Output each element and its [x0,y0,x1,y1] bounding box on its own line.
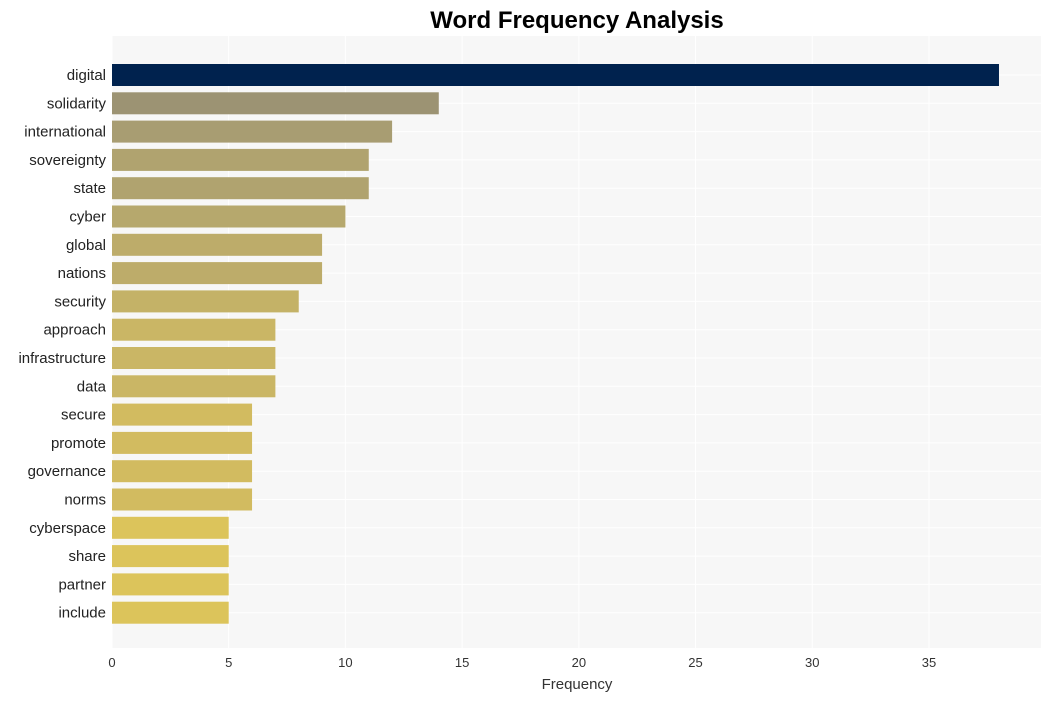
bar-share [112,545,229,568]
bar-nations [112,262,323,285]
y-tick-label: norms [64,492,106,509]
y-tick-label: infrastructure [18,350,106,367]
y-tick-label: state [73,180,106,197]
x-tick-label: 25 [688,655,702,670]
x-tick-label: 5 [225,655,232,670]
x-tick-label: 30 [805,655,819,670]
bar-promote [112,431,253,454]
bar-infrastructure [112,347,276,369]
bar-governance [112,460,253,483]
bar-sovereignty [112,148,369,171]
y-tick-label: data [77,378,107,395]
bar-international [112,120,393,143]
bar-secure [112,403,253,426]
x-axis-label: Frequency [542,676,613,693]
y-tick-label: secure [61,407,106,424]
y-tick-label: digital [67,67,106,84]
bar-security [112,290,299,313]
x-tick-label: 20 [572,655,586,670]
y-tick-label: security [54,293,106,310]
chart-title: Word Frequency Analysis [430,7,723,34]
y-tick-label: nations [58,265,106,282]
y-tick-label: share [68,548,106,565]
y-tick-label: approach [43,322,106,339]
y-tick-label: partner [58,576,106,593]
y-tick-label: global [66,237,106,254]
x-tick-label: 15 [455,655,469,670]
y-tick-label: promote [51,435,106,452]
bar-cyberspace [112,516,229,539]
y-tick-label: cyberspace [29,520,106,537]
y-tick-label: sovereignty [29,152,106,169]
bar-cyber [112,205,346,228]
bar-norms [112,488,253,511]
word-frequency-chart: digital solidarity international sovereignt… [0,0,1052,701]
y-tick-label: solidarity [47,95,107,112]
bar-data [112,375,276,398]
x-tick-label: 35 [922,655,936,670]
y-tick-label: include [58,605,106,622]
bar-state [112,177,369,200]
bar-global [112,233,323,256]
y-tick-label: governance [28,463,106,480]
bar-approach [112,318,276,341]
y-tick-label: international [24,124,106,141]
bar-digital [112,64,999,86]
x-tick-label: 10 [338,655,352,670]
bar-solidarity [112,92,439,115]
bar-partner [112,573,229,596]
y-tick-label: cyber [69,209,106,226]
x-tick-label: 0 [108,655,115,670]
bar-include [112,601,229,624]
